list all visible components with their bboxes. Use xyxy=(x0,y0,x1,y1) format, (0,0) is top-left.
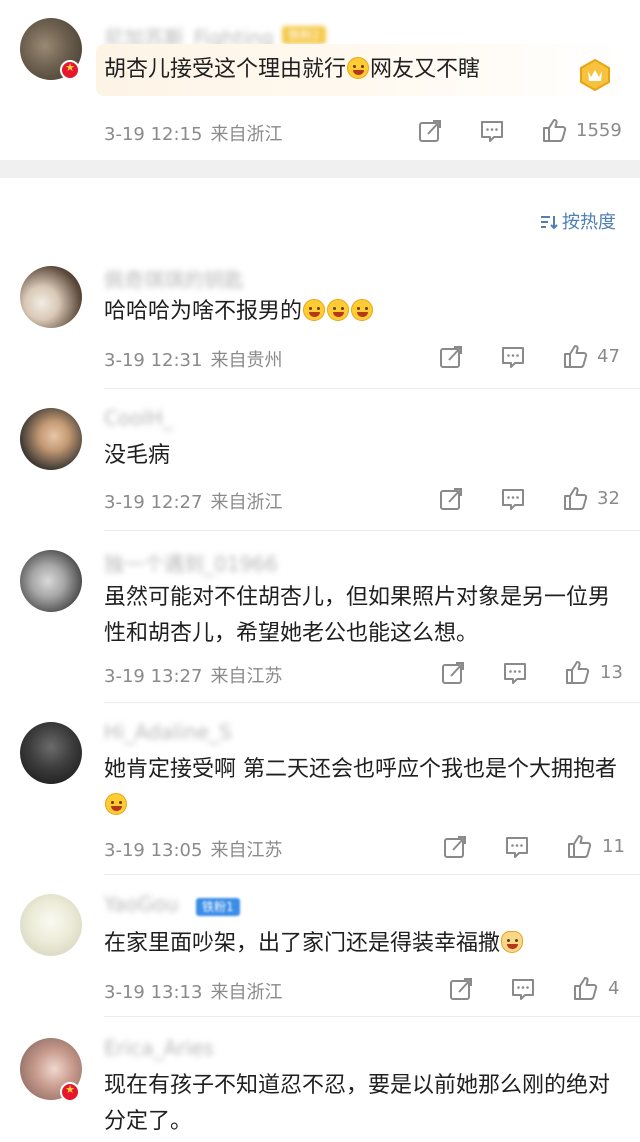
comment-item: YaoGou 铁粉1 在家里面吵架，出了家门还是得装幸福撒 3-19 13:13… xyxy=(0,878,640,1018)
share-icon[interactable] xyxy=(440,660,466,686)
laugh-cry-emoji-icon xyxy=(105,793,127,815)
fan-tag: 铁粉2 xyxy=(282,26,326,44)
hot-medal-icon xyxy=(580,58,610,92)
username[interactable]: 佩奇琪琪的钥匙 xyxy=(104,264,244,293)
divider xyxy=(104,530,640,531)
timestamp: 3-19 13:27 xyxy=(104,666,203,687)
laugh-cry-emoji-icon xyxy=(327,299,350,321)
comment-text: 她肯定接受啊 第二天还会也呼应个我也是个大拥抱者 xyxy=(104,752,624,824)
username[interactable]: 独一个遇到_01966 xyxy=(104,548,278,577)
laugh-cry-emoji-icon xyxy=(303,299,326,321)
sort-label: 按热度 xyxy=(562,212,616,233)
comment-meta: 3-19 12:27 来自浙江 xyxy=(104,488,282,514)
location: 来自浙江 xyxy=(210,492,283,513)
avatar[interactable] xyxy=(20,722,82,784)
comment-text: 没毛病 xyxy=(104,443,171,468)
location: 来自江苏 xyxy=(210,840,283,861)
like-count: 4 xyxy=(608,978,620,999)
comment-item: 独一个遇到_01966 虽然可能对不住胡杏儿，但如果照片对象是另一位男性和胡杏儿… xyxy=(0,534,640,704)
timestamp: 3-19 12:15 xyxy=(104,124,203,145)
username[interactable]: Erica_Aries xyxy=(104,1036,214,1060)
share-icon[interactable] xyxy=(442,834,468,860)
comment-meta: 3-19 13:05 来自江苏 xyxy=(104,836,282,862)
comment-item: Erica_Aries 现在有孩子不知道忍不忍，要是以前她那么刚的绝对分定了。 xyxy=(0,1020,640,1142)
comment-meta: 3-19 13:27 来自江苏 xyxy=(104,662,282,688)
like-count: 11 xyxy=(602,836,625,857)
like-icon[interactable] xyxy=(564,659,590,685)
comment-text: 在家里面吵架，出了家门还是得装幸福撒 xyxy=(104,926,624,962)
comment-text: 现在有孩子不知道忍不忍，要是以前她那么刚的绝对分定了。 xyxy=(104,1073,611,1134)
comment-meta: 3-19 13:13 来自浙江 xyxy=(104,978,282,1004)
comment-item: CoolH_ 没毛病 3-19 12:27 来自浙江 32 xyxy=(0,392,640,532)
laugh-cry-emoji-icon xyxy=(351,299,374,321)
comment-icon[interactable] xyxy=(500,486,526,512)
like-count: 13 xyxy=(600,662,623,683)
like-count: 32 xyxy=(597,488,620,509)
share-icon[interactable] xyxy=(417,118,443,144)
location: 来自浙江 xyxy=(210,124,283,145)
like-count: 1559 xyxy=(576,120,622,141)
comment-icon[interactable] xyxy=(510,976,536,1002)
comment-text: 虽然可能对不住胡杏儿，但如果照片对象是另一位男性和胡杏儿，希望她老公也能这么想。 xyxy=(104,585,611,646)
like-icon[interactable] xyxy=(572,975,598,1001)
avatar[interactable] xyxy=(20,266,82,328)
sort-by-hot-button[interactable]: 按热度 xyxy=(540,208,616,234)
sort-icon xyxy=(541,216,558,230)
timestamp: 3-19 13:13 xyxy=(104,982,203,1003)
timestamp: 3-19 13:05 xyxy=(104,840,203,861)
location: 来自江苏 xyxy=(210,666,283,687)
cat-emoji-icon xyxy=(501,931,524,953)
username[interactable]: YaoGou xyxy=(104,892,178,916)
comment-meta: 3-19 12:31 来自贵州 xyxy=(104,346,282,372)
like-icon[interactable] xyxy=(562,485,588,511)
comment-meta: 3-19 12:15 来自浙江 xyxy=(104,120,282,146)
divider xyxy=(104,874,640,875)
comment-icon[interactable] xyxy=(479,118,505,144)
verified-badge-icon xyxy=(60,60,80,80)
divider xyxy=(104,702,640,703)
share-icon[interactable] xyxy=(438,486,464,512)
avatar[interactable] xyxy=(20,408,82,470)
avatar[interactable] xyxy=(20,550,82,612)
comment-icon[interactable] xyxy=(500,344,526,370)
location: 来自浙江 xyxy=(210,982,283,1003)
divider xyxy=(104,388,640,389)
fan-tag: 铁粉1 xyxy=(196,898,240,916)
verified-badge-icon xyxy=(60,1082,80,1102)
comment-icon[interactable] xyxy=(502,660,528,686)
like-icon[interactable] xyxy=(541,117,567,143)
like-count: 47 xyxy=(597,346,620,367)
comment-text: 胡杏儿接受这个理由就行 网友又不瞎 xyxy=(104,57,481,82)
comment-icon[interactable] xyxy=(504,834,530,860)
avatar[interactable] xyxy=(20,894,82,956)
share-icon[interactable] xyxy=(448,976,474,1002)
comment-item: 佩奇琪琪的钥匙 哈哈哈为啥不报男的 3-19 12:31 来自贵州 47 xyxy=(0,250,640,390)
section-separator xyxy=(0,160,640,178)
divider xyxy=(104,1016,640,1017)
timestamp: 3-19 12:31 xyxy=(104,350,203,371)
comment-text: 哈哈哈为啥不报男的 xyxy=(104,294,624,330)
timestamp: 3-19 12:27 xyxy=(104,492,203,513)
drool-emoji-icon xyxy=(347,57,370,79)
top-comment: 尼加苏斯_Fighting 铁粉2 胡杏儿接受这个理由就行网友又不瞎 3-19 … xyxy=(0,0,640,160)
location: 来自贵州 xyxy=(210,350,283,371)
username[interactable]: CoolH_ xyxy=(104,406,173,430)
comment-item: Hi_Adaline_S 她肯定接受啊 第二天还会也呼应个我也是个大拥抱者 3-… xyxy=(0,706,640,876)
username[interactable]: Hi_Adaline_S xyxy=(104,720,232,744)
share-icon[interactable] xyxy=(438,344,464,370)
like-icon[interactable] xyxy=(566,833,592,859)
like-icon[interactable] xyxy=(562,343,588,369)
